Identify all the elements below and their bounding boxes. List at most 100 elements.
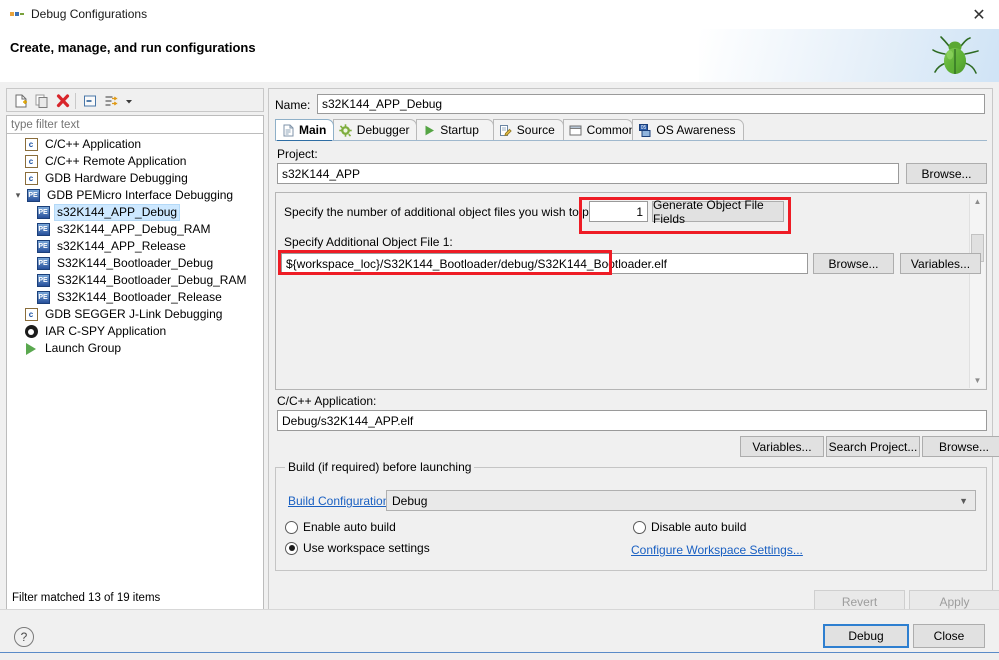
object-file-1-input[interactable]	[281, 253, 808, 274]
tree-item[interactable]: PE s32K144_APP_Debug	[7, 204, 263, 221]
collapse-all-icon[interactable]	[81, 92, 99, 110]
tab-main[interactable]: Main	[275, 119, 334, 140]
scroll-up-icon[interactable]: ▲	[970, 194, 985, 209]
tree-item-label: GDB PEMicro Interface Debugging	[47, 188, 234, 202]
filter-status-label: Filter matched 13 of 19 items	[12, 592, 161, 604]
chevron-down-icon[interactable]: ▾	[11, 187, 25, 204]
duplicate-configuration-icon[interactable]	[33, 92, 51, 110]
tree-item[interactable]: Launch Group	[7, 340, 263, 357]
app-variables-button[interactable]: Variables...	[740, 436, 824, 457]
tree-item[interactable]: PE s32K144_APP_Release	[7, 238, 263, 255]
tree-item-label: C/C++ Application	[45, 137, 142, 151]
window-icon	[569, 123, 583, 137]
tree-item-label: S32K144_Bootloader_Debug	[57, 256, 214, 270]
project-input[interactable]	[277, 163, 899, 184]
close-icon[interactable]: ✕	[967, 5, 991, 25]
object-file-variables-button[interactable]: Variables...	[900, 253, 981, 274]
tree-item-label: S32K144_Bootloader_Release	[57, 290, 222, 304]
tab-common[interactable]: Common	[562, 119, 635, 140]
object-files-scrollbar[interactable]: ▲ ▼	[969, 194, 985, 388]
app-browse-button[interactable]: Browse...	[922, 436, 999, 457]
tree-item[interactable]: c C/C++ Remote Application	[7, 153, 263, 170]
tree-item-label: s32K144_APP_Debug_RAM	[57, 222, 211, 236]
app-search-project-button[interactable]: Search Project...	[826, 436, 920, 457]
gear-icon	[339, 123, 353, 137]
tree-item[interactable]: c C/C++ Application	[7, 136, 263, 153]
build-group-title: Build (if required) before launching	[285, 460, 475, 474]
toolbar-separator	[75, 93, 76, 109]
configurations-tree-panel: c C/C++ Application c C/C++ Remote Applicat…	[6, 88, 264, 610]
pemicro-icon: PE	[35, 239, 51, 254]
configure-workspace-settings-link[interactable]: Configure Workspace Settings...	[631, 543, 803, 557]
radio-use-workspace-settings[interactable]: Use workspace settings	[285, 541, 430, 555]
tree-item[interactable]: PE S32K144_Bootloader_Debug_RAM	[7, 272, 263, 289]
object-count-input[interactable]	[589, 201, 648, 222]
debug-configurations-dialog: Debug Configurations ✕ Create, manage, a…	[0, 0, 999, 660]
launch-group-icon	[23, 341, 39, 356]
tab-label: Main	[299, 123, 327, 137]
tab-debugger[interactable]: Debugger	[332, 119, 418, 140]
tree-filter-input[interactable]	[6, 115, 264, 134]
close-button[interactable]: Close	[913, 624, 985, 648]
tree-item-label: IAR C-SPY Application	[45, 324, 167, 338]
green-bug-icon	[929, 32, 981, 82]
cpp-application-input[interactable]	[277, 410, 987, 431]
source-edit-icon	[499, 123, 513, 137]
pemicro-icon: PE	[25, 188, 41, 203]
tree-item-label: s32K144_APP_Release	[57, 239, 186, 253]
dialog-content: c C/C++ Application c C/C++ Remote Applicat…	[0, 82, 999, 613]
pemicro-icon: PE	[35, 256, 51, 271]
background-console-strip	[0, 652, 999, 660]
generate-object-file-fields-button[interactable]: Generate Object File Fields	[652, 198, 784, 226]
radio-label: Enable auto build	[303, 520, 396, 534]
object-files-panel: ▲ ▼ Specify the number of additional obj…	[275, 192, 987, 390]
delete-configuration-icon[interactable]	[54, 92, 72, 110]
object-file-1-label: Specify Additional Object File 1:	[284, 235, 453, 249]
pemicro-icon: PE	[35, 273, 51, 288]
tree-item-label: GDB Hardware Debugging	[45, 171, 188, 185]
radio-indicator	[633, 520, 646, 534]
dialog-header: Create, manage, and run configurations	[0, 29, 999, 83]
tree-item[interactable]: c GDB Hardware Debugging	[7, 170, 263, 187]
os-awareness-icon: 05	[638, 123, 652, 137]
object-file-browse-button[interactable]: Browse...	[813, 253, 894, 274]
tree-item[interactable]: ▾ PE GDB PEMicro Interface Debugging	[7, 187, 263, 204]
tree-item[interactable]: PE s32K144_APP_Debug_RAM	[7, 221, 263, 238]
project-label: Project:	[277, 147, 318, 161]
radio-disable-auto-build[interactable]: Disable auto build	[633, 520, 746, 534]
pemicro-icon: PE	[35, 205, 51, 220]
help-icon[interactable]: ?	[14, 627, 34, 647]
tab-label: Startup	[440, 123, 479, 137]
new-configuration-icon[interactable]	[12, 92, 30, 110]
tab-label: OS Awareness	[656, 123, 736, 137]
scroll-down-icon[interactable]: ▼	[970, 373, 985, 388]
build-configuration-link[interactable]: Build Configuration:	[288, 494, 393, 508]
tab-startup[interactable]: Startup	[416, 119, 494, 140]
radio-enable-auto-build[interactable]: Enable auto build	[285, 520, 396, 534]
tab-source[interactable]: Source	[492, 119, 564, 140]
pemicro-icon: PE	[35, 290, 51, 305]
tree-item[interactable]: PE S32K144_Bootloader_Debug	[7, 255, 263, 272]
filter-icon[interactable]	[102, 92, 120, 110]
tree-toolbar	[6, 88, 264, 112]
debug-configurations-icon	[10, 9, 24, 20]
tree-item-label: GDB SEGGER J-Link Debugging	[45, 307, 223, 321]
build-configuration-select[interactable]: Debug ▼	[386, 490, 976, 511]
project-browse-button[interactable]: Browse...	[906, 163, 987, 184]
c-launch-icon: c	[23, 171, 39, 186]
tree-item[interactable]: IAR C-SPY Application	[7, 323, 263, 340]
configuration-name-input[interactable]	[317, 94, 985, 114]
pemicro-icon: PE	[35, 222, 51, 237]
tab-os-awareness[interactable]: 05 OS Awareness	[632, 119, 744, 140]
configurations-tree[interactable]: c C/C++ Application c C/C++ Remote Applicat…	[6, 134, 264, 610]
tree-item[interactable]: c GDB SEGGER J-Link Debugging	[7, 306, 263, 323]
view-menu-chevron-icon[interactable]	[120, 92, 138, 110]
tree-item-label: S32K144_Bootloader_Debug_RAM	[57, 273, 247, 287]
debug-button[interactable]: Debug	[823, 624, 909, 648]
tree-item[interactable]: PE S32K144_Bootloader_Release	[7, 289, 263, 306]
tab-label: Source	[516, 123, 555, 137]
build-configuration-value: Debug	[392, 493, 428, 508]
radio-indicator	[285, 520, 298, 534]
window-title: Debug Configurations	[31, 7, 148, 21]
chevron-down-icon: ▼	[959, 495, 968, 506]
